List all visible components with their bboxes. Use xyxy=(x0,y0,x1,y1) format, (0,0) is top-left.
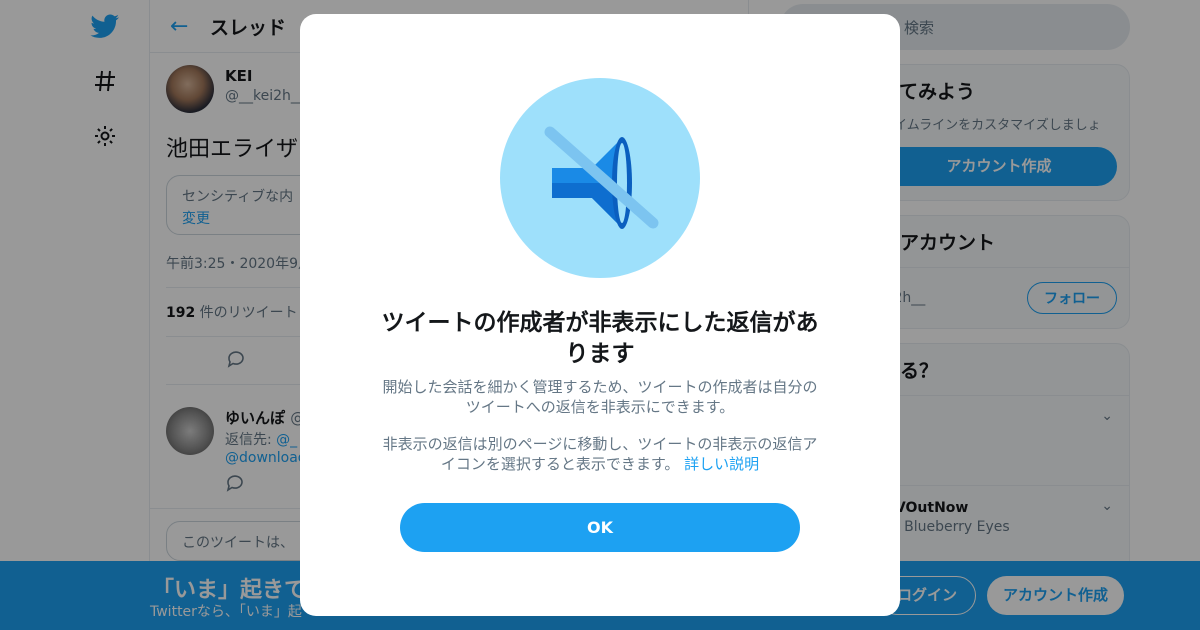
hidden-replies-modal: ツイートの作成者が非表示にした返信があります 開始した会話を細かく管理するため、… xyxy=(300,14,900,616)
modal-body-paragraph-2: 非表示の返信は別のページに移動し、ツイートの非表示の返信アイコンを選択すると表示… xyxy=(380,434,820,474)
learn-more-link[interactable]: 詳しい説明 xyxy=(684,455,759,473)
ok-button[interactable]: OK xyxy=(400,503,800,552)
muted-speaker-icon xyxy=(500,78,700,278)
modal-title: ツイートの作成者が非表示にした返信があります xyxy=(381,310,819,367)
modal-body-paragraph-1: 開始した会話を細かく管理するため、ツイートの作成者は自分のツイートへの返信を非表… xyxy=(382,378,818,416)
modal-body: 開始した会話を細かく管理するため、ツイートの作成者は自分のツイートへの返信を非表… xyxy=(380,377,820,474)
